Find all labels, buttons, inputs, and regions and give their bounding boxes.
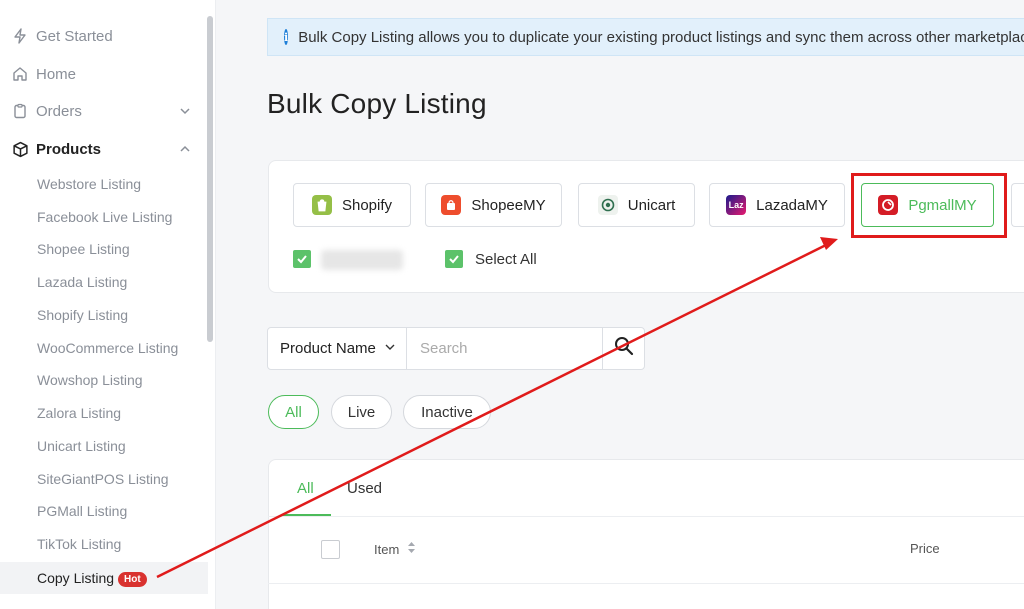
store-checkbox[interactable] <box>293 250 311 268</box>
search-input[interactable] <box>408 328 603 369</box>
home-icon <box>11 65 29 83</box>
select-all-label[interactable]: Select All <box>475 250 537 270</box>
box-icon <box>11 140 29 158</box>
sub-wowshop-listing[interactable]: Wowshop Listing <box>37 370 143 390</box>
info-icon: i <box>284 29 289 45</box>
column-header-item-label: Item <box>374 541 400 557</box>
unicart-logo-icon <box>597 195 618 215</box>
sub-sitegiantpos-listing[interactable]: SiteGiantPOS Listing <box>37 469 169 489</box>
column-header-item[interactable]: Item <box>374 541 416 557</box>
nav-label: Home <box>36 65 77 83</box>
row-divider <box>268 583 1024 584</box>
marketplace-shopify-button[interactable]: Shopify <box>293 183 411 227</box>
tab-divider <box>268 516 1024 517</box>
search-bar: Product Name <box>267 327 645 370</box>
search-icon <box>614 336 634 361</box>
sub-facebook-live-listing[interactable]: Facebook Live Listing <box>37 207 172 227</box>
filter-all[interactable]: All <box>268 395 319 429</box>
nav-home[interactable]: Home <box>11 62 76 86</box>
sub-woocommerce-listing[interactable]: WooCommerce Listing <box>37 338 178 358</box>
nav-orders[interactable]: Orders <box>11 99 82 123</box>
banner-text: Bulk Copy Listing allows you to duplicat… <box>298 28 1024 46</box>
nav-products[interactable]: Products <box>11 137 101 161</box>
select-all-checkbox[interactable] <box>445 250 463 268</box>
column-header-price[interactable]: Price <box>910 541 940 556</box>
chevron-down-icon[interactable] <box>178 104 192 118</box>
sort-icon <box>407 541 416 557</box>
tab-used[interactable]: Used <box>347 480 382 497</box>
shopee-logo-icon <box>441 195 462 215</box>
sidebar-scrollbar[interactable] <box>207 16 213 342</box>
page-title: Bulk Copy Listing <box>267 88 487 119</box>
nav-label: Orders <box>36 102 82 120</box>
highlight-box <box>851 173 1007 238</box>
search-field-select[interactable]: Product Name <box>268 328 407 369</box>
sub-shopify-listing[interactable]: Shopify Listing <box>37 305 128 325</box>
marketplace-shopeemy-button[interactable]: ShopeeMY <box>425 183 562 227</box>
sub-shopee-listing[interactable]: Shopee Listing <box>37 239 130 259</box>
clipboard-icon <box>11 102 29 120</box>
marketplace-label: Unicart <box>627 196 676 214</box>
hot-badge: Hot <box>118 571 147 587</box>
select-all-rows-checkbox[interactable] <box>321 540 340 559</box>
sidebar: Get Started Home Orders Products Webstor… <box>0 0 216 609</box>
nav-label: Get Started <box>36 27 113 45</box>
search-button[interactable] <box>602 328 645 369</box>
marketplace-lazadamy-button[interactable]: Laz LazadaMY <box>709 183 845 227</box>
sub-unicart-listing[interactable]: Unicart Listing <box>37 436 126 456</box>
chevron-up-icon[interactable] <box>178 142 192 156</box>
info-banner: i Bulk Copy Listing allows you to duplic… <box>267 18 1024 56</box>
filter-live[interactable]: Live <box>331 395 392 429</box>
sub-zalora-listing[interactable]: Zalora Listing <box>37 403 121 423</box>
sub-lazada-listing[interactable]: Lazada Listing <box>37 272 127 292</box>
sub-copy-listing[interactable]: Copy Listing Hot <box>37 568 147 588</box>
nav-get-started[interactable]: Get Started <box>11 24 113 48</box>
sub-copy-listing-label: Copy Listing <box>37 570 115 586</box>
bolt-icon <box>11 27 29 45</box>
sub-webstore-listing[interactable]: Webstore Listing <box>37 174 141 194</box>
shopify-logo-icon <box>311 195 332 215</box>
marketplace-label: LazadaMY <box>756 196 828 214</box>
sub-tiktok-listing[interactable]: TikTok Listing <box>37 534 121 554</box>
search-field-label: Product Name <box>280 340 376 357</box>
filter-inactive[interactable]: Inactive <box>403 395 491 429</box>
marketplace-unicart-button[interactable]: Unicart <box>578 183 695 227</box>
chevron-down-icon <box>384 340 396 357</box>
marketplace-next-button[interactable] <box>1011 183 1024 227</box>
lazada-logo-icon: Laz <box>726 195 747 215</box>
nav-label: Products <box>36 140 102 158</box>
marketplace-label: ShopeeMY <box>471 196 546 214</box>
sub-pgmall-listing[interactable]: PGMall Listing <box>37 501 127 521</box>
tab-all[interactable]: All <box>297 480 314 497</box>
redacted-store-name <box>321 250 403 270</box>
marketplace-label: Shopify <box>341 196 393 214</box>
